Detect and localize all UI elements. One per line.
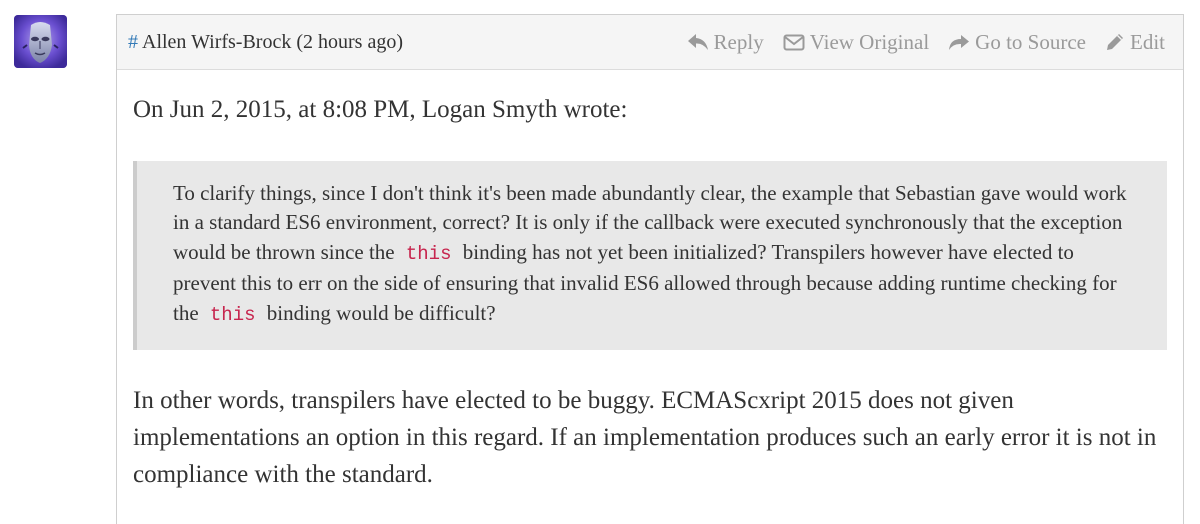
robot-face-avatar-icon [14, 15, 67, 68]
comment-actions: Reply View Original Go to Source Edit [668, 30, 1165, 55]
reply-label: Reply [713, 29, 764, 54]
inline-code-this: this [209, 303, 256, 326]
post-time: (2 hours ago) [296, 30, 403, 53]
comment-meta: # Allen Wirfs-Brock (2 hours ago) [128, 31, 403, 54]
reply-paragraph: In other words, transpilers have elected… [133, 387, 1157, 488]
edit-label: Edit [1130, 29, 1165, 54]
comment-panel: # Allen Wirfs-Brock (2 hours ago) Reply … [116, 14, 1184, 524]
share-arrow-icon [949, 34, 970, 50]
reply-button[interactable]: Reply [687, 30, 764, 55]
blockquote: To clarify things, since I don't think i… [133, 160, 1167, 350]
comment-header: # Allen Wirfs-Brock (2 hours ago) Reply … [117, 15, 1183, 70]
pencil-icon [1107, 34, 1123, 50]
view-original-button[interactable]: View Original [783, 30, 929, 55]
comment-body: On Jun 2, 2015, at 8:08 PM, Logan Smyth … [117, 70, 1183, 493]
permalink-hash[interactable]: # [128, 31, 138, 54]
quote-attribution: On Jun 2, 2015, at 8:08 PM, Logan Smyth … [133, 96, 628, 123]
inline-code-this: this [405, 242, 452, 265]
author-name: Allen Wirfs-Brock [142, 30, 292, 53]
view-original-label: View Original [809, 29, 930, 54]
go-to-source-label: Go to Source [975, 29, 1086, 54]
go-to-source-button[interactable]: Go to Source [948, 30, 1086, 55]
envelope-icon [783, 34, 805, 50]
quote-text-3: binding would be difficult? [266, 300, 496, 325]
reply-arrow-icon [687, 34, 708, 50]
edit-button[interactable]: Edit [1105, 30, 1165, 55]
author-avatar[interactable] [14, 15, 67, 68]
